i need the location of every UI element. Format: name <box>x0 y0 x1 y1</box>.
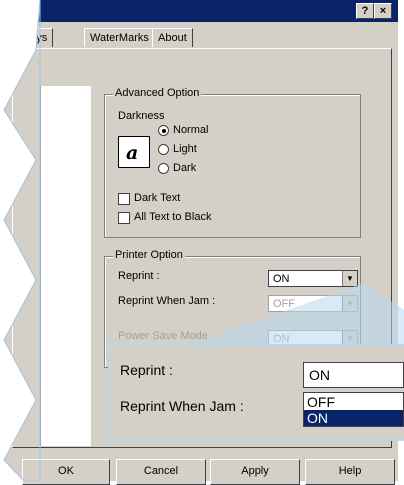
zoom-reprint-select[interactable]: ON <box>303 362 404 388</box>
zoom-reprint-label: Reprint : <box>120 362 173 378</box>
zoom-reprint-value: ON <box>309 367 330 383</box>
zoom-jam-label: Reprint When Jam : <box>120 398 244 414</box>
option-on[interactable]: ON <box>304 410 403 426</box>
zoom-dropdown-list: OFF ON <box>303 392 404 427</box>
option-off[interactable]: OFF <box>304 394 403 410</box>
